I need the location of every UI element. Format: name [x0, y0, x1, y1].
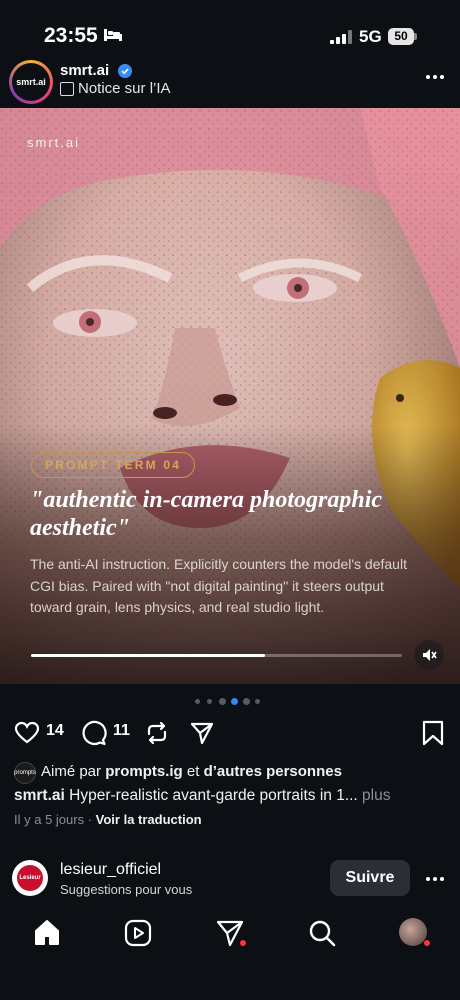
battery-level: 50	[394, 29, 408, 43]
account-avatar[interactable]: smrt.ai	[12, 63, 50, 101]
network-label: 5G	[359, 27, 382, 46]
caption-user[interactable]: smrt.ai	[14, 787, 65, 804]
follow-button[interactable]: Suivre	[330, 860, 410, 896]
notice-icon	[60, 82, 74, 96]
ai-notice-label[interactable]: Notice sur l’IA	[78, 80, 171, 97]
carousel-dot	[243, 698, 250, 705]
carousel-dot	[219, 698, 226, 705]
share-icon[interactable]	[189, 720, 215, 746]
caption-text: Hyper-realistic avant-garde portraits in…	[64, 787, 358, 804]
battery-icon: 50	[388, 28, 418, 45]
search-icon[interactable]	[307, 918, 337, 948]
profile-icon[interactable]	[399, 918, 427, 946]
carousel-dot	[231, 698, 238, 705]
bookmark-icon[interactable]	[420, 720, 446, 746]
prompt-description: The anti-AI instruction. Explicitly coun…	[30, 556, 407, 615]
liked-by-avatar[interactable]: prompts	[14, 762, 36, 784]
reels-icon[interactable]	[123, 918, 153, 948]
liked-middle: et	[182, 763, 204, 780]
home-icon[interactable]	[32, 918, 62, 948]
caption: smrt.ai Hyper-realistic avant-garde port…	[14, 787, 391, 805]
signal-icon	[330, 30, 352, 44]
video-progress-fill	[31, 654, 265, 657]
carousel-dot	[207, 699, 212, 704]
repost-icon[interactable]	[144, 720, 170, 746]
comment-icon[interactable]	[81, 720, 107, 746]
carousel-dot	[195, 699, 200, 704]
more-icon[interactable]	[424, 70, 446, 84]
account-name[interactable]: smrt.ai	[60, 62, 109, 79]
liked-user[interactable]: prompts.ig	[105, 763, 183, 780]
carousel-dot	[255, 699, 260, 704]
liked-others[interactable]: d’autres personnes	[204, 763, 342, 780]
likes-count[interactable]: 14	[46, 722, 64, 740]
caption-more-link[interactable]: plus	[358, 787, 390, 804]
time-ago: Il y a 5 jours	[14, 812, 85, 827]
suggestion-subtitle: Suggestions pour vous	[60, 882, 193, 897]
translate-link[interactable]: Voir la traduction	[96, 812, 202, 827]
mute-button[interactable]	[414, 640, 444, 670]
suggestion-avatar-text: Lesieur	[19, 875, 41, 881]
prompt-quote: "authentic in-camera photographic aesthe…	[30, 487, 383, 541]
suggestion-name[interactable]: lesieur_officiel	[60, 861, 161, 879]
bed-icon	[104, 29, 122, 41]
comments-count[interactable]: 11	[113, 722, 130, 740]
status-time: 23:55	[44, 24, 98, 47]
suggestion-avatar[interactable]: Lesieur	[12, 860, 48, 896]
messages-notification-dot	[240, 940, 246, 946]
post-meta: Il y a 5 jours · Voir la traduction	[14, 812, 202, 827]
meta-separator: ·	[84, 812, 96, 827]
verified-icon	[118, 64, 132, 78]
profile-notification-dot	[424, 940, 430, 946]
liked-by-line[interactable]: Aimé par prompts.ig et d’autres personne…	[41, 763, 342, 780]
liked-prefix: Aimé par	[41, 763, 106, 780]
heart-icon[interactable]	[14, 720, 40, 746]
watermark: smrt.ai	[27, 135, 80, 150]
more-icon[interactable]	[424, 872, 446, 886]
prompt-term-badge: PROMPT TERM 04	[31, 452, 196, 478]
mute-icon	[423, 649, 437, 661]
